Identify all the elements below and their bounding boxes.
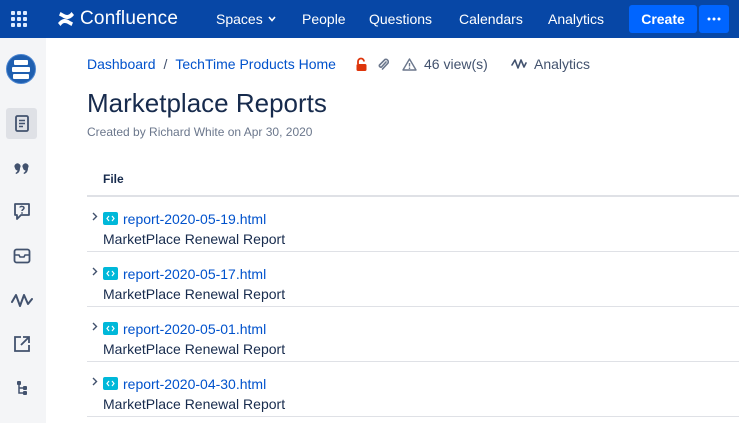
more-actions-button[interactable] — [699, 5, 729, 33]
analytics-label: Analytics — [534, 56, 591, 72]
nav-people[interactable]: People — [302, 11, 346, 27]
app-switcher-icon[interactable] — [11, 11, 27, 27]
nav-questions[interactable]: Questions — [369, 11, 432, 27]
breadcrumb-space-home[interactable]: TechTime Products Home — [175, 56, 336, 72]
space-sidebar — [0, 38, 46, 423]
questions-icon[interactable] — [6, 196, 37, 227]
html-file-icon — [103, 322, 118, 335]
breadcrumb-dashboard[interactable]: Dashboard — [87, 56, 156, 72]
page-analytics-link[interactable]: Analytics — [511, 56, 590, 72]
html-file-icon — [103, 212, 118, 225]
space-avatar[interactable] — [6, 54, 36, 84]
file-link[interactable]: report-2020-05-01.html — [123, 321, 266, 337]
table-row: report-2020-04-30.html MarketPlace Renewa… — [87, 362, 739, 417]
blog-quote-icon[interactable] — [6, 152, 37, 183]
file-link[interactable]: report-2020-05-19.html — [123, 211, 266, 227]
table-row: report-2020-05-01.html MarketPlace Renewa… — [87, 307, 739, 362]
nav-calendars[interactable]: Calendars — [459, 11, 523, 27]
views-count: 46 view(s) — [424, 56, 488, 72]
hierarchy-icon[interactable] — [6, 372, 37, 403]
top-navigation-bar: Confluence Spaces People Questions Calen… — [0, 0, 739, 38]
confluence-logo-icon — [58, 12, 74, 26]
nav-spaces[interactable]: Spaces — [216, 11, 276, 27]
page-views[interactable]: 46 view(s) — [402, 56, 488, 72]
chevron-right-icon[interactable] — [90, 376, 100, 386]
file-link[interactable]: report-2020-04-30.html — [123, 376, 266, 392]
html-file-icon — [103, 377, 118, 390]
external-link-icon[interactable] — [6, 328, 37, 359]
file-description: MarketPlace Renewal Report — [103, 231, 286, 247]
nav-spaces-label: Spaces — [216, 11, 263, 27]
unlocked-restrictions-icon[interactable] — [355, 57, 369, 72]
table-row: report-2020-05-19.html MarketPlace Renewa… — [87, 197, 739, 252]
page-title: Marketplace Reports — [87, 88, 327, 118]
analytics-icon[interactable] — [6, 284, 37, 315]
chevron-down-icon — [268, 16, 276, 22]
confluence-logo[interactable]: Confluence — [57, 8, 178, 30]
page-byline: Created by Richard White on Apr 30, 2020 — [87, 125, 313, 139]
warning-icon — [402, 57, 417, 71]
breadcrumb-separator: / — [163, 56, 168, 72]
table-row: report-2020-05-17.html MarketPlace Renewa… — [87, 252, 739, 307]
pages-icon[interactable] — [6, 108, 37, 139]
table-header-file: File — [87, 162, 739, 197]
file-link[interactable]: report-2020-05-17.html — [123, 266, 266, 282]
app-name: Confluence — [80, 8, 179, 29]
file-description: MarketPlace Renewal Report — [103, 396, 286, 412]
attachment-icon[interactable] — [377, 57, 389, 72]
page-meta-icons — [355, 57, 389, 72]
analytics-icon — [511, 59, 527, 69]
chevron-right-icon[interactable] — [90, 211, 100, 221]
html-file-icon — [103, 267, 118, 280]
chevron-right-icon[interactable] — [90, 266, 100, 276]
chevron-right-icon[interactable] — [90, 321, 100, 331]
attachments-table: File report-2020-05-19.html MarketPlace R… — [87, 162, 739, 417]
file-description: MarketPlace Renewal Report — [103, 286, 286, 302]
create-button[interactable]: Create — [629, 5, 697, 33]
more-icon — [707, 17, 721, 21]
nav-analytics[interactable]: Analytics — [548, 11, 604, 27]
calendar-icon[interactable] — [6, 240, 37, 271]
file-description: MarketPlace Renewal Report — [103, 341, 286, 357]
breadcrumb: Dashboard / TechTime Products Home — [87, 56, 336, 72]
table-body: report-2020-05-19.html MarketPlace Renewa… — [87, 197, 739, 417]
